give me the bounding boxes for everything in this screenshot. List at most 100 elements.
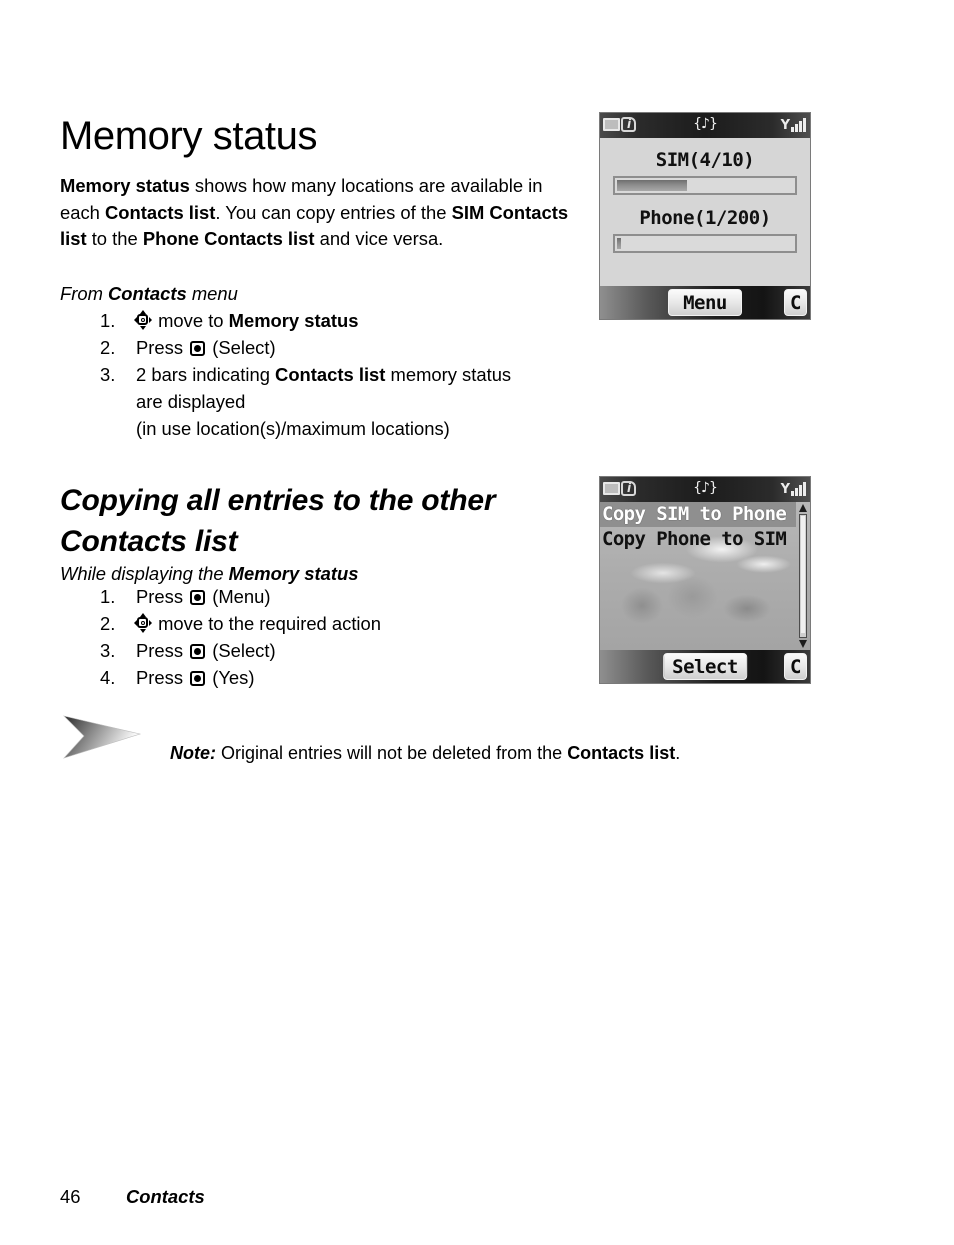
step-text: Press (Yes)	[136, 665, 580, 692]
step-item: 3. Press (Select)	[100, 638, 580, 665]
step-text-pre: move to the required action	[153, 613, 381, 635]
antenna-glyph: Y	[780, 118, 790, 133]
page-title: Memory status	[60, 113, 318, 158]
intro-text-4: and vice versa.	[314, 227, 444, 249]
melody-icon: {♪}	[693, 480, 718, 496]
scrollbar-track[interactable]	[799, 514, 807, 638]
softkey-menu-button[interactable]: Menu	[668, 289, 742, 316]
step-text: move to the required action	[134, 611, 580, 638]
note-text-post: .	[675, 743, 681, 763]
step-text-pre: Press	[136, 337, 189, 359]
step-number: 3.	[100, 363, 116, 385]
menu-item-copy-sim-to-phone[interactable]: Copy SIM to Phone	[600, 502, 796, 527]
status-bar: i {♪} Y	[600, 477, 810, 502]
status-bar-right-icons: Y	[781, 480, 806, 496]
step-text-bold: Contacts list	[275, 363, 386, 385]
note-label: Note:	[170, 743, 216, 763]
note-text: Note: Original entries will not be delet…	[170, 741, 680, 766]
melody-icon: {♪}	[693, 116, 718, 132]
step-text-post: (Select)	[207, 639, 276, 661]
scrollbar-thumb[interactable]	[801, 516, 805, 634]
step-text-pre: move to	[153, 310, 229, 332]
sim-memory-bar-fill	[617, 180, 688, 191]
context-term: Memory status	[228, 563, 359, 585]
phone-memory-bar	[613, 234, 797, 253]
screen-body-copy-menu: Copy SIM to Phone Copy Phone to SIM	[600, 502, 810, 650]
step-item: 2. Press (Select)	[100, 335, 640, 362]
screen-body-memory-status: SIM(4/10) Phone(1/200)	[600, 138, 810, 286]
step-text-bold: Memory status	[228, 310, 359, 332]
phone-memory-label: Phone(1/200)	[639, 207, 771, 229]
step-text-post: (Menu)	[207, 586, 271, 608]
step-text-post: memory status	[385, 363, 512, 385]
step-number: 1.	[100, 586, 116, 608]
step-item: 1. Press (Menu)	[100, 584, 580, 611]
note-term: Contacts list	[567, 743, 676, 763]
status-bar-right-icons: Y	[781, 116, 806, 132]
phone-memory-bar-fill	[617, 238, 621, 249]
step-item: 1. move to Memory status	[100, 308, 640, 335]
intro-paragraph: Memory status shows how many locations a…	[60, 173, 580, 252]
step-text-post: (Yes)	[207, 666, 255, 688]
softkey-bar: Select C	[600, 650, 810, 683]
step-text-pre: Press	[136, 639, 189, 661]
note-arrow-icon	[63, 715, 142, 759]
status-bar-center-icons: {♪}	[600, 480, 810, 497]
step-number: 3.	[100, 639, 116, 661]
footer-section-name: Contacts	[126, 1186, 205, 1207]
scroll-down-arrow-icon[interactable]	[799, 640, 807, 648]
context-term: Contacts	[108, 283, 187, 305]
status-bar: i {♪} Y	[600, 113, 810, 138]
nav-key-icon	[134, 310, 152, 331]
step-item: 2. move to the required action	[100, 611, 580, 638]
antenna-glyph: Y	[780, 482, 790, 497]
intro-text-2: . You can copy entries of the	[215, 201, 452, 223]
step-text-post: (Select)	[207, 337, 276, 359]
intro-text-3: to the	[86, 227, 143, 249]
step-number: 4.	[100, 666, 116, 688]
select-key-icon	[190, 670, 206, 686]
context-suffix: menu	[186, 283, 238, 305]
step-item: 3. 2 bars indicating Contacts list memor…	[100, 362, 640, 389]
phone-screenshot-copy-menu: i {♪} Y Copy SIM to Phone Copy Phone to …	[599, 476, 811, 684]
intro-term-contacts-list: Contacts list	[105, 201, 216, 223]
select-key-icon	[190, 590, 206, 606]
softkey-bar: Menu C	[600, 286, 810, 319]
note-block: Note: Original entries will not be delet…	[62, 710, 822, 766]
step-continuation-line: are displayed	[136, 390, 246, 412]
step-text: move to Memory status	[134, 308, 640, 335]
step-text-pre: Press	[136, 586, 189, 608]
phone-screenshot-memory-status: i {♪} Y SIM(4/10) Phone(1/200) Menu C	[599, 112, 811, 320]
context-prefix: From	[60, 283, 109, 305]
copy-menu-list: Copy SIM to Phone Copy Phone to SIM	[600, 502, 796, 552]
scrollbar[interactable]	[797, 503, 809, 649]
page-footer: 46 Contacts	[60, 1186, 205, 1208]
note-text-pre: Original entries will not be deleted fro…	[216, 743, 568, 763]
signal-icon: Y	[781, 480, 806, 496]
softkey-select-button[interactable]: Select	[663, 653, 747, 680]
step-text-pre: 2 bars indicating	[136, 363, 276, 385]
step-text: 2 bars indicating Contacts list memory s…	[136, 362, 640, 389]
scroll-up-arrow-icon[interactable]	[799, 504, 807, 512]
step-continuation-line: (in use location(s)/maximum locations)	[136, 417, 450, 439]
step-number: 2.	[100, 613, 116, 635]
context-line-from-contacts-menu: From Contacts menu	[60, 281, 238, 307]
steps-copying-entries: 1. Press (Menu) 2. move to the required …	[60, 584, 580, 691]
steps-memory-status: 1. move to Memory status 2. Press (Selec…	[60, 308, 640, 442]
step-number: 2.	[100, 337, 116, 359]
softkey-clear-button[interactable]: C	[784, 653, 807, 680]
step-number: 1.	[100, 310, 116, 332]
step-item: 4. Press (Yes)	[100, 665, 580, 692]
sim-memory-label: SIM(4/10)	[655, 149, 755, 171]
softkey-clear-button[interactable]: C	[784, 289, 807, 316]
nav-key-icon	[134, 613, 152, 634]
select-key-icon	[190, 643, 206, 659]
status-bar-center-icons: {♪}	[600, 116, 810, 133]
menu-item-copy-phone-to-sim[interactable]: Copy Phone to SIM	[600, 527, 796, 552]
intro-term-memory-status: Memory status	[60, 175, 190, 197]
step-text-pre: Press	[136, 666, 189, 688]
step-text: Press (Menu)	[136, 584, 580, 611]
step-text: Press (Select)	[136, 638, 580, 665]
section-heading-copying-all-entries: Copying all entries to the other Contact…	[60, 483, 496, 558]
footer-page-number: 46	[60, 1186, 81, 1207]
